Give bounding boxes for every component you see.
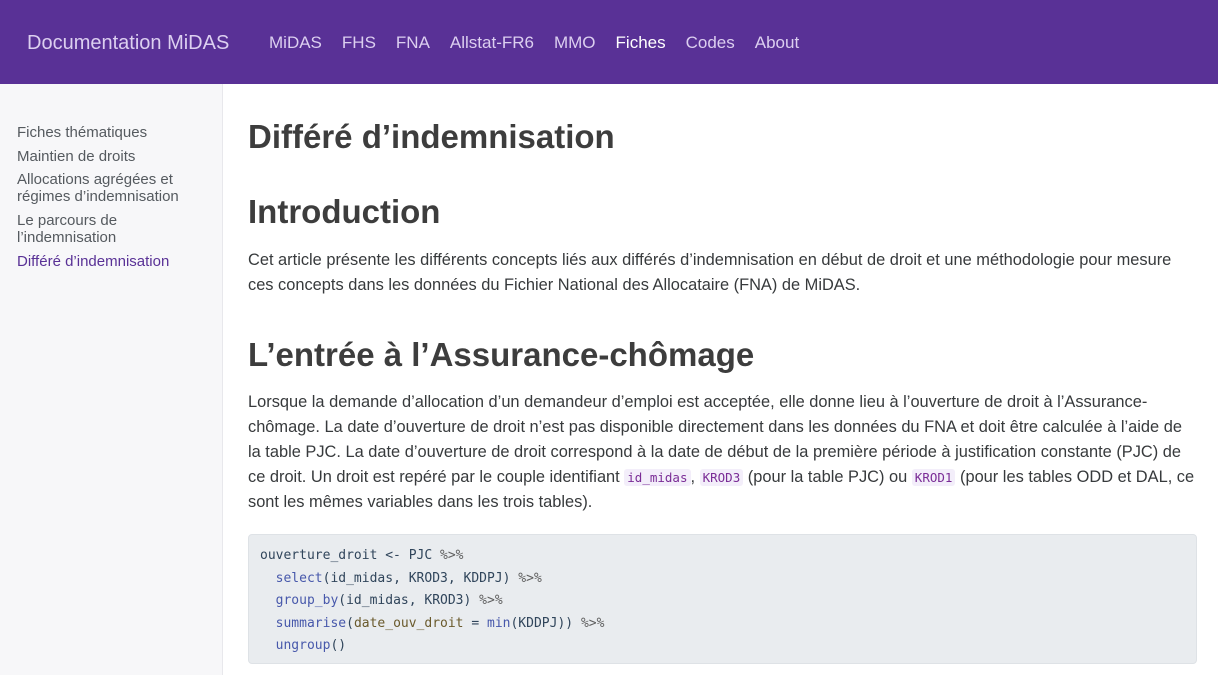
nav-item-midas[interactable]: MiDAS — [269, 33, 322, 53]
introduction-paragraph: Cet article présente les différents conc… — [248, 251, 1172, 294]
code-arg-name: date_ouv_droit — [353, 615, 464, 631]
code-fn-ungroup: ungroup — [275, 638, 331, 653]
code-pipe: %>% — [479, 593, 503, 608]
code-fn-select: select — [275, 570, 323, 586]
sidebar-item-differe[interactable]: Différé d’indemnisation — [17, 253, 207, 270]
nav-item-allstat[interactable]: Allstat-FR6 — [450, 33, 534, 53]
code-line-1: ouverture_droit <- PJC %>% — [260, 548, 464, 563]
code-args: (KDDPJ)) — [510, 615, 581, 631]
inline-code-krod1: KROD1 — [911, 469, 956, 486]
sidebar-item-allocations[interactable]: Allocations agrégées et régimes d’indemn… — [17, 171, 207, 205]
code-line-5: ungroup() — [276, 638, 346, 653]
code-line-4: summarise(date_ouv_droit = min(KDDPJ)) %… — [276, 616, 605, 631]
page-title: Différé d’indemnisation — [248, 118, 615, 155]
nav-item-about[interactable]: About — [755, 33, 799, 53]
sidebar-item-parcours[interactable]: Le parcours de l’indemnisation — [17, 212, 207, 246]
sidebar-item-maintien-droits[interactable]: Maintien de droits — [17, 148, 207, 165]
top-navbar: Documentation MiDAS MiDAS FHS FNA Allsta… — [0, 0, 1218, 84]
code-pipe: %>% — [440, 548, 464, 563]
code-args: (id_midas, KROD3) — [338, 593, 480, 608]
nav-item-fna[interactable]: FNA — [396, 33, 430, 53]
nav-item-codes[interactable]: Codes — [686, 33, 735, 53]
code-pipe: %>% — [580, 615, 605, 631]
code-block[interactable]: ouverture_droit <- PJC %>% select(id_mid… — [248, 534, 1197, 664]
entry-heading: L’entrée à l’Assurance-chômage — [248, 336, 755, 373]
code-args: () — [330, 638, 347, 653]
code-args: (id_midas, KROD3, KDDPJ) — [322, 570, 519, 586]
code-fn-summarise: summarise — [275, 615, 347, 631]
site-brand[interactable]: Documentation MiDAS — [27, 31, 229, 55]
entry-text-part-2: (pour la table PJC) ou — [743, 468, 912, 486]
inline-code-krod3: KROD3 — [699, 469, 744, 486]
code-paren: ( — [346, 615, 354, 631]
sidebar: Fiches thématiques Maintien de droits Al… — [0, 84, 223, 675]
introduction-heading: Introduction — [248, 193, 441, 230]
sidebar-item-fiches-thematiques[interactable]: Fiches thématiques — [17, 124, 207, 141]
code-pipe: %>% — [518, 570, 542, 586]
code-fn-group-by: group_by — [275, 593, 339, 608]
nav-menu: MiDAS FHS FNA Allstat-FR6 MMO Fiches Cod… — [269, 33, 819, 53]
entry-paragraph: Lorsque la demande d’allocation d’un dem… — [248, 390, 1198, 515]
code-equals: = — [463, 615, 487, 631]
code-line-2: select(id_midas, KROD3, KDDPJ) %>% — [276, 571, 542, 586]
code-line-3: group_by(id_midas, KROD3) %>% — [276, 593, 503, 608]
code-fn-min: min — [487, 615, 511, 631]
nav-item-fiches[interactable]: Fiches — [616, 33, 666, 53]
code-assign: ouverture_droit <- PJC — [260, 548, 441, 563]
nav-item-mmo[interactable]: MMO — [554, 33, 596, 53]
inline-code-id-midas: id_midas — [624, 469, 691, 486]
nav-item-fhs[interactable]: FHS — [342, 33, 376, 53]
comma-separator: , — [690, 468, 700, 486]
